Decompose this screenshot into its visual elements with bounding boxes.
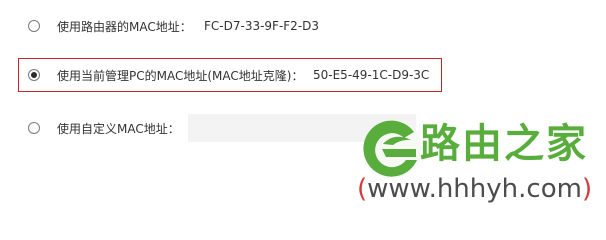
option-pc-mac-clone[interactable]: 使用当前管理PC的MAC地址(MAC地址克隆)： 50-E5-49-1C-D9-… xyxy=(0,61,440,89)
watermark-paren-close: ) xyxy=(581,174,593,204)
radio-pc-mac-clone[interactable] xyxy=(28,69,40,81)
radio-router-mac[interactable] xyxy=(28,20,40,32)
watermark-paren-open: ( xyxy=(357,174,368,204)
radio-custom-mac[interactable] xyxy=(28,122,40,134)
custom-mac-input[interactable] xyxy=(188,114,416,142)
option-custom-mac[interactable]: 使用自定义MAC地址： xyxy=(0,114,440,142)
watermark-brand: 路由之家 xyxy=(420,121,588,167)
pc-mac-label: 使用当前管理PC的MAC地址(MAC地址克隆)： xyxy=(57,68,304,83)
watermark-url-text: www.hhhyh.com xyxy=(367,174,582,204)
router-mac-value: FC-D7-33-9F-F2-D3 xyxy=(204,19,320,33)
pc-mac-value: 50-E5-49-1C-D9-3C xyxy=(313,68,430,82)
router-mac-label: 使用路由器的MAC地址： xyxy=(57,19,192,34)
custom-mac-label: 使用自定义MAC地址： xyxy=(57,121,180,136)
watermark-url: (www.hhhyh.com) xyxy=(357,172,592,206)
option-router-mac[interactable]: 使用路由器的MAC地址： FC-D7-33-9F-F2-D3 xyxy=(0,12,420,40)
